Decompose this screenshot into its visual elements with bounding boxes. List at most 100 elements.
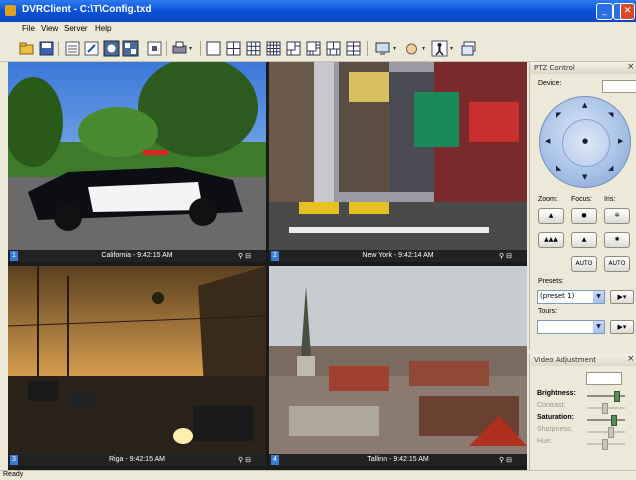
arrow-up-right-icon[interactable]: ◥ [608, 111, 613, 119]
close-button[interactable]: ✕ [620, 3, 635, 20]
menu-file[interactable]: File [22, 24, 35, 33]
pane-tools-icon[interactable]: ⚲ ⊟ [499, 456, 512, 464]
toolbar: ▾ ▾ ▾ ▾ [0, 36, 636, 62]
arrow-up-icon[interactable]: ▲ [582, 101, 587, 109]
pane-tools-icon[interactable]: ⚲ ⊟ [238, 456, 251, 464]
sharpness-slider[interactable] [587, 427, 625, 438]
presets-select[interactable]: (preset 1) ▼ [537, 290, 605, 304]
ptz-close-button[interactable]: × [627, 62, 635, 72]
open-folder-icon[interactable] [18, 40, 35, 57]
monitor-icon[interactable] [374, 40, 391, 57]
video-pane-2[interactable]: 2 New York - 9:42:14 AM ⚲ ⊟ [269, 62, 527, 263]
list-icon[interactable] [64, 40, 81, 57]
pane-tools-icon[interactable]: ⚲ ⊟ [238, 252, 251, 260]
camera-feed-california [8, 62, 266, 250]
window-title: DVRClient - C:\T\Config.txd [22, 4, 152, 15]
layout-4x4-icon[interactable] [265, 40, 282, 57]
arrow-up-left-icon[interactable]: ◤ [556, 111, 561, 119]
layout-1x1-icon[interactable] [205, 40, 222, 57]
arrow-down-right-icon[interactable]: ◢ [608, 164, 613, 172]
slider-thumb[interactable] [602, 403, 608, 414]
hand-icon[interactable] [403, 40, 420, 57]
layout-2plus8-icon[interactable] [325, 40, 342, 57]
video-adjustment-close-button[interactable]: × [627, 354, 635, 364]
arrow-down-left-icon[interactable]: ◣ [556, 164, 561, 172]
adjustment-preview-box [586, 372, 622, 385]
record-icon[interactable] [103, 40, 120, 57]
slider-thumb[interactable] [602, 439, 608, 450]
zoom-in-button[interactable]: ▲ [538, 208, 564, 224]
status-text: Ready [3, 471, 24, 478]
video-pane-3[interactable]: 3 Riga - 9:42:15 AM ⚲ ⊟ [8, 266, 266, 470]
saturation-label: Saturation: [537, 414, 574, 421]
camera-feed-new-york [269, 62, 527, 250]
tour-go-button[interactable]: ▶▾ [610, 320, 634, 334]
video-adjustment-title: Video Adjustment [534, 356, 597, 364]
person-dropdown-icon[interactable]: ▾ [450, 45, 453, 52]
hue-slider[interactable] [587, 439, 625, 450]
chevron-down-icon[interactable]: ▼ [593, 321, 604, 333]
iris-close-button[interactable]: ✺ [604, 232, 630, 248]
saturation-slider[interactable] [587, 415, 625, 426]
minimize-button[interactable]: _ [596, 3, 613, 20]
preset-go-button[interactable]: ▶▾ [610, 290, 634, 304]
zoom-out-button[interactable]: ▲▲▲ [538, 232, 564, 248]
printer-dropdown-icon[interactable]: ▾ [189, 45, 192, 52]
tours-select[interactable]: ▼ [537, 320, 605, 334]
layout-3x3-icon[interactable] [245, 40, 262, 57]
focus-near-button[interactable]: ● [571, 208, 597, 224]
video-pane-4[interactable]: 4 Tallinn - 9:42:15 AM ⚲ ⊟ [269, 266, 527, 470]
fullscreen-icon[interactable] [146, 40, 163, 57]
iris-open-button[interactable]: ✲ [604, 208, 630, 224]
save-icon[interactable] [38, 40, 55, 57]
hue-label: Hue: [537, 438, 552, 445]
edit-icon[interactable] [83, 40, 100, 57]
person-icon[interactable] [431, 40, 448, 57]
pane-tools-icon[interactable]: ⚲ ⊟ [499, 252, 512, 260]
iris-auto-button[interactable]: AUTO [604, 256, 630, 272]
printer-icon[interactable] [171, 40, 188, 57]
layout-grid-icon[interactable] [345, 40, 362, 57]
focus-auto-button[interactable]: AUTO [571, 256, 597, 272]
brightness-slider[interactable] [587, 391, 625, 402]
menu-view[interactable]: View [41, 24, 58, 33]
slider-thumb[interactable] [614, 391, 620, 402]
pane-caption: 2 New York - 9:42:14 AM ⚲ ⊟ [269, 250, 527, 262]
tours-label: Tours: [538, 308, 558, 315]
pane-label: California - 9:42:15 AM [101, 252, 173, 259]
zoom-label: Zoom: [538, 196, 558, 203]
chevron-down-icon[interactable]: ▼ [593, 291, 604, 303]
focus-far-button[interactable]: ▲ [571, 232, 597, 248]
app-icon [5, 5, 16, 16]
center-dot-icon[interactable]: ● [582, 137, 588, 145]
contrast-label: Contrast: [537, 402, 566, 409]
brightness-label: Brightness: [537, 390, 576, 397]
arrow-left-icon[interactable]: ◀ [545, 137, 550, 145]
camera-feed-riga [8, 266, 266, 454]
monitor-dropdown-icon[interactable]: ▾ [393, 45, 396, 52]
sharpness-label: Sharpness: [537, 426, 573, 433]
hand-dropdown-icon[interactable]: ▾ [422, 45, 425, 52]
layout-1plus5-icon[interactable] [285, 40, 302, 57]
arrow-down-icon[interactable]: ▼ [582, 173, 587, 181]
slider-thumb[interactable] [611, 415, 617, 426]
arrow-right-icon[interactable]: ▶ [618, 137, 623, 145]
ptz-header: PTZ Control × [530, 62, 636, 74]
device-field[interactable] [602, 80, 636, 93]
pane-label: Riga - 9:42:15 AM [108, 456, 166, 463]
presets-label: Presets: [538, 278, 564, 285]
contrast-slider[interactable] [587, 403, 625, 414]
menu-bar: File View Server Help [0, 22, 636, 36]
layout-2x2-icon[interactable] [225, 40, 242, 57]
window-icon[interactable] [460, 40, 477, 57]
layout-1plus7-icon[interactable] [305, 40, 322, 57]
iris-label: Iris: [604, 196, 616, 203]
menu-help[interactable]: Help [95, 24, 111, 33]
menu-server[interactable]: Server [64, 24, 88, 33]
pane-label: New York - 9:42:14 AM [362, 252, 434, 259]
pan-tilt-joystick[interactable]: ▲ ▼ ◀ ▶ ◤ ◥ ◣ ◢ ● [539, 96, 631, 188]
video-pane-1[interactable]: 1 California - 9:42:15 AM ⚲ ⊟ [8, 62, 266, 263]
slider-thumb[interactable] [608, 427, 614, 438]
ptz-title: PTZ Control [534, 64, 575, 72]
layout-icon[interactable] [122, 40, 139, 57]
